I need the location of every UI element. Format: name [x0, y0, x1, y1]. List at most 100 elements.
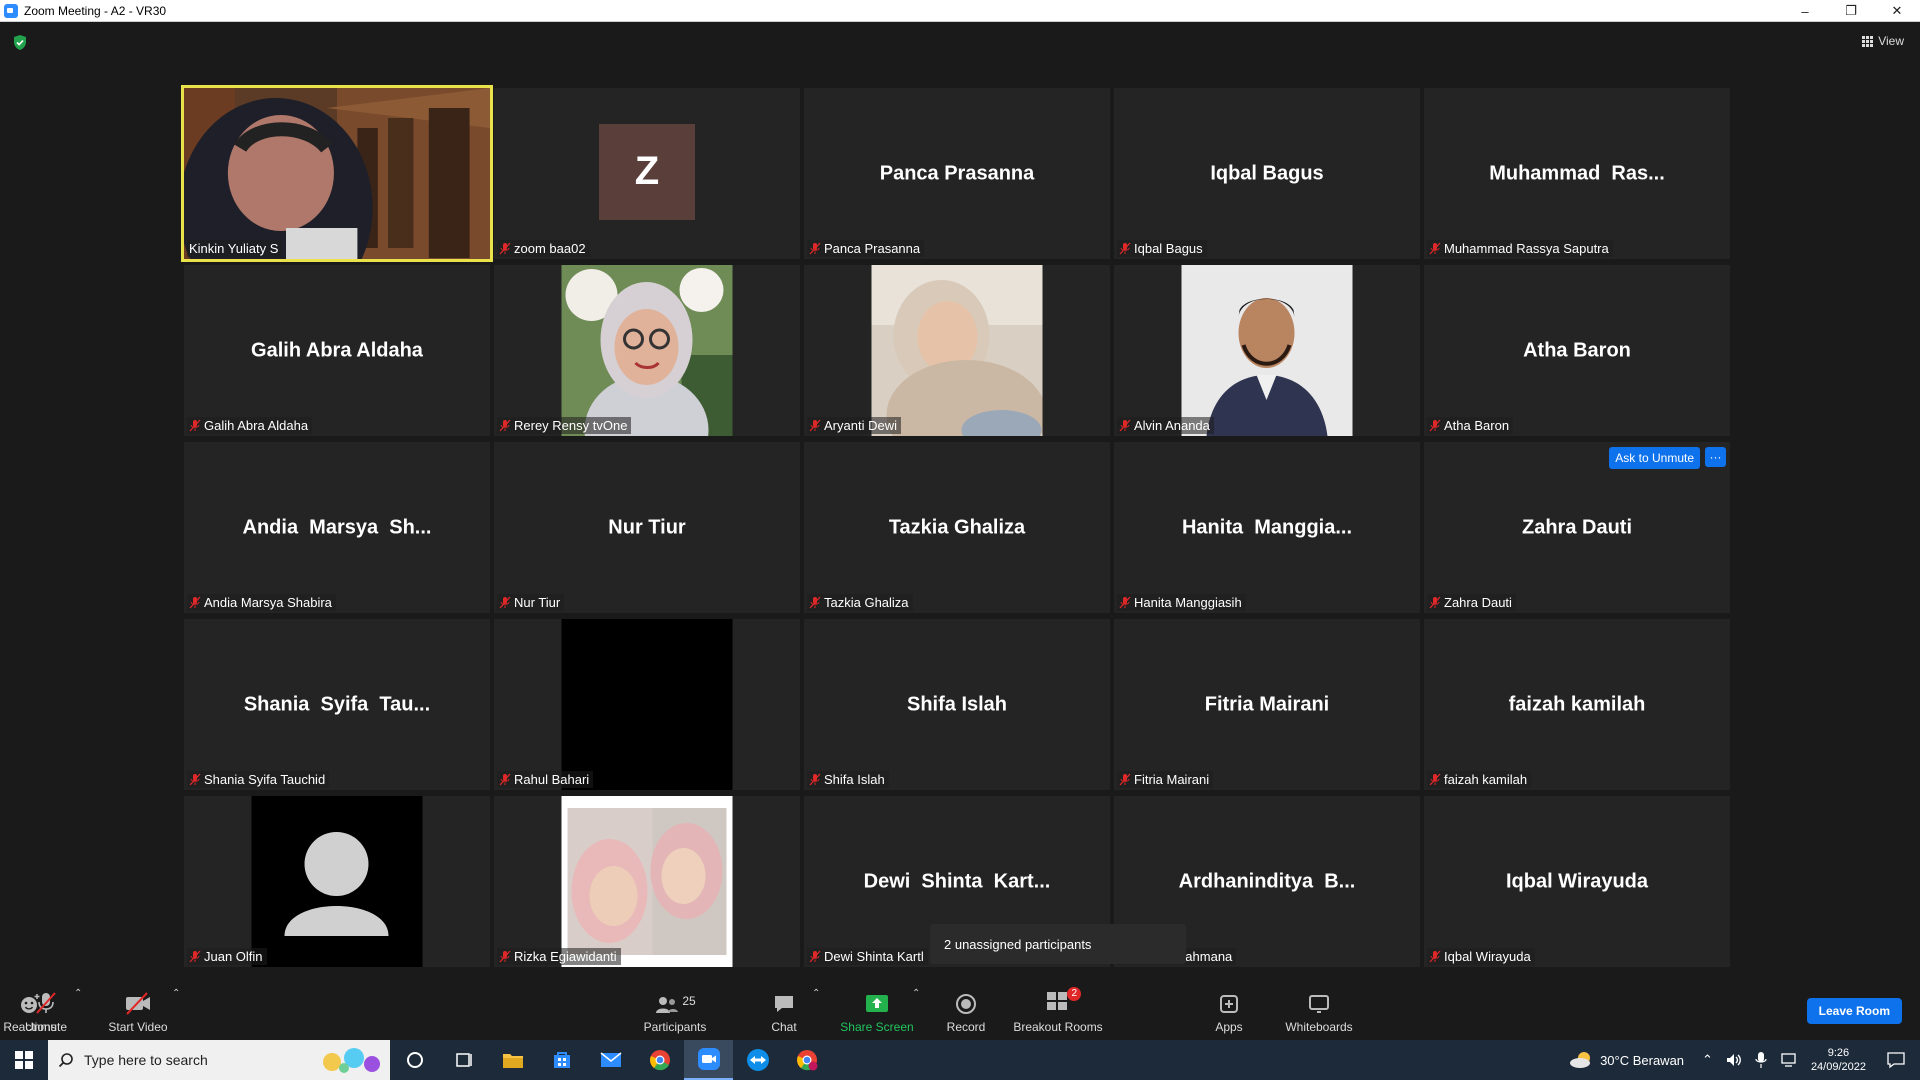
muted-mic-icon — [1429, 596, 1441, 609]
zoom-taskbar-icon[interactable] — [684, 1040, 733, 1080]
mail-icon[interactable] — [586, 1040, 635, 1080]
participant-tile[interactable]: Rerey Rensy tvOne — [494, 265, 800, 436]
start-video-label: Start Video — [108, 1020, 168, 1034]
participants-button[interactable]: 25 Participants — [640, 980, 710, 1040]
participants-icon — [656, 997, 679, 1013]
taskbar-clock[interactable]: 9:26 24/09/2022 — [1811, 1046, 1866, 1074]
participant-tile[interactable]: Atha Baron Atha Baron — [1424, 265, 1730, 436]
participant-tile[interactable]: Muhammad Ras... Muhammad Rassya Saputra — [1424, 88, 1730, 259]
participant-display-name: Fitria Mairani — [1204, 693, 1330, 715]
apps-button[interactable]: Apps — [1208, 980, 1250, 1040]
participant-display-name: Shifa Islah — [906, 693, 1008, 715]
minimize-icon[interactable]: – — [1782, 0, 1828, 22]
participant-name-label: Dewi Shinta Kartl — [807, 948, 928, 965]
participant-tile[interactable]: Rahul Bahari — [494, 619, 800, 790]
chat-button[interactable]: Chat — [764, 980, 804, 1040]
task-view-icon[interactable] — [439, 1040, 488, 1080]
participant-name-label: Shifa Islah — [807, 771, 889, 788]
participant-tile[interactable]: Andia Marsya Sh... Andia Marsya Shabira — [184, 442, 490, 613]
whiteboards-label: Whiteboards — [1285, 1020, 1353, 1034]
participant-name: Iqbal Wirayuda — [1444, 949, 1531, 964]
participant-video-off — [561, 619, 733, 790]
windows-taskbar: Type here to search 30°C Berawan ⌃ 9:26 … — [0, 1040, 1920, 1080]
participant-display-name: Shania Syifa Tau... — [243, 693, 431, 715]
microsoft-store-icon[interactable] — [537, 1040, 586, 1080]
audio-options-chevron-icon[interactable]: ⌃ — [74, 988, 82, 999]
participant-name: Fitria Mairani — [1134, 772, 1210, 787]
participant-display-name: Panca Prasanna — [879, 162, 1035, 184]
record-icon — [956, 994, 976, 1014]
windows-start-icon[interactable] — [0, 1040, 48, 1080]
participant-name-label: Panca Prasanna — [807, 240, 925, 257]
weather-text[interactable]: 30°C Berawan — [1600, 1053, 1684, 1068]
participant-name: Juan Olfin — [204, 949, 263, 964]
record-button[interactable]: Record — [940, 980, 992, 1040]
participant-tile[interactable]: Hanita Manggia... Hanita Manggiasih — [1114, 442, 1420, 613]
participant-display-name: Zahra Dauti — [1521, 516, 1633, 538]
apps-icon — [1220, 995, 1238, 1013]
participant-tile[interactable]: Juan Olfin — [184, 796, 490, 967]
participant-name-label: Iqbal Wirayuda — [1427, 948, 1535, 965]
participant-name: Kinkin Yuliaty S — [189, 241, 279, 256]
participant-display-name: Muhammad Ras... — [1489, 162, 1665, 184]
more-options-button[interactable]: ··· — [1705, 447, 1726, 467]
participant-tile[interactable]: Aryanti Dewi — [804, 265, 1110, 436]
participant-name-label: faizah kamilah — [1427, 771, 1532, 788]
file-explorer-icon[interactable] — [488, 1040, 537, 1080]
search-icon — [58, 1053, 73, 1068]
participant-tile[interactable]: Alvin Ananda — [1114, 265, 1420, 436]
muted-mic-icon — [189, 773, 201, 786]
participant-initial-avatar: Z — [599, 123, 695, 220]
participant-tile[interactable]: Tazkia Ghaliza Tazkia Ghaliza — [804, 442, 1110, 613]
participant-tile[interactable]: Kinkin Yuliaty S — [181, 85, 493, 262]
security-shield-icon[interactable] — [12, 34, 28, 51]
muted-mic-icon — [809, 773, 821, 786]
participant-tile[interactable]: Rizka Egiawidanti — [494, 796, 800, 967]
share-screen-button[interactable]: Share Screen — [840, 980, 914, 1040]
chrome-icon[interactable] — [635, 1040, 684, 1080]
participant-tile[interactable]: faizah kamilah faizah kamilah — [1424, 619, 1730, 790]
participant-name-label: Rizka Egiawidanti — [497, 948, 621, 965]
show-hidden-icons-chevron-icon[interactable]: ⌃ — [1702, 1052, 1713, 1068]
participant-display-name: Tazkia Ghaliza — [888, 516, 1026, 538]
participant-tile[interactable]: Nur Tiur Nur Tiur — [494, 442, 800, 613]
chat-options-chevron-icon[interactable]: ⌃ — [812, 988, 820, 999]
participant-tile[interactable]: Shania Syifa Tau... Shania Syifa Tauchid — [184, 619, 490, 790]
participant-tile[interactable]: Zzoom baa02 — [494, 88, 800, 259]
participant-tile[interactable]: Shifa Islah Shifa Islah — [804, 619, 1110, 790]
participant-display-name: Nur Tiur — [608, 516, 686, 538]
view-button[interactable]: View — [1862, 34, 1904, 48]
muted-mic-icon — [1119, 773, 1131, 786]
participant-display-name: Atha Baron — [1523, 339, 1631, 361]
teamviewer-icon[interactable] — [733, 1040, 782, 1080]
ask-to-unmute-button[interactable]: Ask to Unmute — [1609, 447, 1700, 469]
whiteboards-button[interactable]: Whiteboards — [1280, 980, 1358, 1040]
restore-icon[interactable]: ❐ — [1828, 0, 1874, 22]
share-options-chevron-icon[interactable]: ⌃ — [912, 988, 920, 999]
muted-mic-icon — [499, 419, 511, 432]
leave-room-button[interactable]: Leave Room — [1806, 998, 1902, 1024]
close-icon[interactable]: ✕ — [1874, 0, 1920, 22]
cortana-icon[interactable] — [390, 1040, 439, 1080]
notifications-icon[interactable] — [1886, 1051, 1906, 1069]
reactions-button[interactable]: Reactions — [0, 980, 60, 1040]
breakout-rooms-button[interactable]: 2 Breakout Rooms — [1012, 980, 1104, 1040]
participant-name: Nur Tiur — [514, 595, 561, 610]
participant-tile[interactable]: Zahra Dauti Ask to Unmute ··· Zahra Dauti — [1424, 442, 1730, 613]
muted-mic-icon — [499, 596, 511, 609]
participant-name-label: Zahra Dauti — [1427, 594, 1516, 611]
start-video-button[interactable]: Start Video — [104, 980, 172, 1040]
microphone-tray-icon[interactable] — [1755, 1051, 1767, 1069]
participant-tile[interactable]: Galih Abra Aldaha Galih Abra Aldaha — [184, 265, 490, 436]
participant-tile[interactable]: Iqbal Bagus Iqbal Bagus — [1114, 88, 1420, 259]
taskbar-search-box[interactable]: Type here to search — [48, 1040, 390, 1080]
network-icon[interactable] — [1779, 1052, 1797, 1068]
participant-tile[interactable]: Fitria Mairani Fitria Mairani — [1114, 619, 1420, 790]
volume-icon[interactable] — [1725, 1052, 1743, 1068]
muted-mic-icon — [1429, 242, 1441, 255]
participant-tile[interactable]: Iqbal Wirayuda Iqbal Wirayuda — [1424, 796, 1730, 967]
participant-display-name: faizah kamilah — [1508, 693, 1646, 715]
video-options-chevron-icon[interactable]: ⌃ — [172, 988, 180, 999]
chrome-profile-icon[interactable] — [782, 1040, 831, 1080]
participant-tile[interactable]: Panca Prasanna Panca Prasanna — [804, 88, 1110, 259]
